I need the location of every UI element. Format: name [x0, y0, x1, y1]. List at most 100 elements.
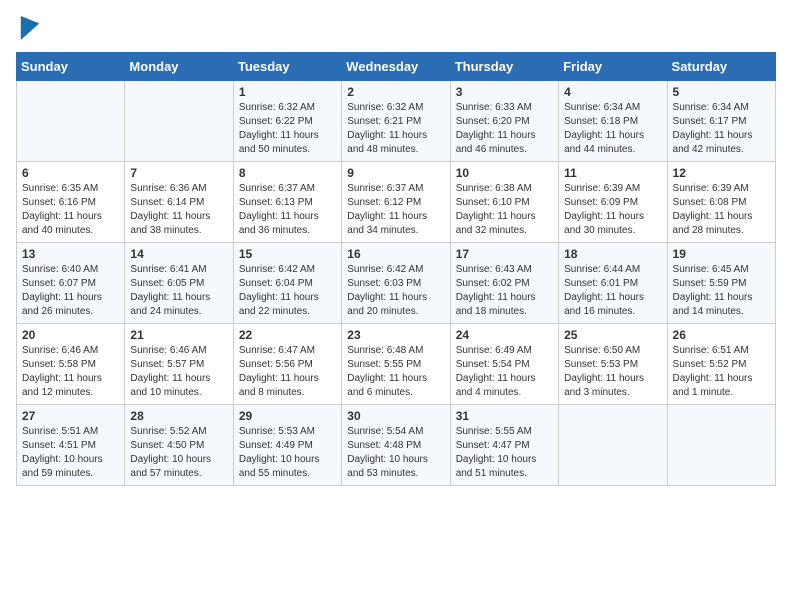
calendar-cell: 20 Sunrise: 6:46 AM Sunset: 5:58 PM Dayli…: [17, 324, 125, 405]
cell-content: Sunrise: 6:46 AM Sunset: 5:57 PM Dayligh…: [130, 344, 227, 400]
cell-content: Sunrise: 6:37 AM Sunset: 6:13 PM Dayligh…: [239, 182, 336, 238]
calendar-cell: [17, 81, 125, 162]
calendar-table: SundayMondayTuesdayWednesdayThursdayFrid…: [16, 52, 776, 486]
calendar-cell: 9Sunrise: 6:37 AM Sunset: 6:12 PM Daylig…: [342, 162, 450, 243]
col-header-saturday: Saturday: [667, 53, 775, 81]
cell-content: Sunrise: 6:40 AM Sunset: 6:07 PM Dayligh…: [22, 263, 119, 319]
cell-content: Sunrise: 6:33 AM Sunset: 6:20 PM Dayligh…: [456, 101, 553, 157]
col-header-wednesday: Wednesday: [342, 53, 450, 81]
day-number: 31: [456, 409, 553, 423]
calendar-cell: 1 Sunrise: 6:32 AM Sunset: 6:22 PM Daylig…: [233, 81, 341, 162]
day-number: 6: [22, 166, 119, 180]
day-number: 23: [347, 328, 444, 342]
day-number: 5: [673, 85, 770, 99]
calendar-cell: 31 Sunrise: 5:55 AM Sunset: 4:47 PM Dayli…: [450, 405, 558, 486]
calendar-cell: 19Sunrise: 6:45 AM Sunset: 5:59 PM Dayli…: [667, 243, 775, 324]
calendar-cell: [667, 405, 775, 486]
week-row-4: 20 Sunrise: 6:46 AM Sunset: 5:58 PM Dayli…: [17, 324, 776, 405]
calendar-cell: 11Sunrise: 6:39 AM Sunset: 6:09 PM Dayli…: [559, 162, 667, 243]
calendar-cell: 24Sunrise: 6:49 AM Sunset: 5:54 PM Dayli…: [450, 324, 558, 405]
calendar-cell: 13 Sunrise: 6:40 AM Sunset: 6:07 PM Dayli…: [17, 243, 125, 324]
calendar-cell: 30 Sunrise: 5:54 AM Sunset: 4:48 PM Dayli…: [342, 405, 450, 486]
day-number: 1: [239, 85, 336, 99]
cell-content: Sunrise: 6:48 AM Sunset: 5:55 PM Dayligh…: [347, 344, 444, 400]
day-number: 30: [347, 409, 444, 423]
calendar-cell: 18 Sunrise: 6:44 AM Sunset: 6:01 PM Dayli…: [559, 243, 667, 324]
cell-content: Sunrise: 6:50 AM Sunset: 5:53 PM Dayligh…: [564, 344, 661, 400]
cell-content: Sunrise: 6:34 AM Sunset: 6:18 PM Dayligh…: [564, 101, 661, 157]
day-number: 7: [130, 166, 227, 180]
cell-content: Sunrise: 6:51 AM Sunset: 5:52 PM Dayligh…: [673, 344, 770, 400]
cell-content: Sunrise: 6:47 AM Sunset: 5:56 PM Dayligh…: [239, 344, 336, 400]
logo-icon: [20, 16, 40, 40]
calendar-cell: 2 Sunrise: 6:32 AM Sunset: 6:21 PM Daylig…: [342, 81, 450, 162]
cell-content: Sunrise: 5:52 AM Sunset: 4:50 PM Dayligh…: [130, 425, 227, 481]
cell-content: Sunrise: 6:41 AM Sunset: 6:05 PM Dayligh…: [130, 263, 227, 319]
calendar-cell: 3 Sunrise: 6:33 AM Sunset: 6:20 PM Daylig…: [450, 81, 558, 162]
week-row-2: 6 Sunrise: 6:35 AM Sunset: 6:16 PM Daylig…: [17, 162, 776, 243]
day-number: 4: [564, 85, 661, 99]
calendar-cell: 7 Sunrise: 6:36 AM Sunset: 6:14 PM Daylig…: [125, 162, 233, 243]
day-number: 18: [564, 247, 661, 261]
col-header-thursday: Thursday: [450, 53, 558, 81]
day-number: 19: [673, 247, 770, 261]
cell-content: Sunrise: 6:32 AM Sunset: 6:21 PM Dayligh…: [347, 101, 444, 157]
cell-content: Sunrise: 6:43 AM Sunset: 6:02 PM Dayligh…: [456, 263, 553, 319]
cell-content: Sunrise: 6:35 AM Sunset: 6:16 PM Dayligh…: [22, 182, 119, 238]
calendar-cell: 21 Sunrise: 6:46 AM Sunset: 5:57 PM Dayli…: [125, 324, 233, 405]
calendar-cell: 8 Sunrise: 6:37 AM Sunset: 6:13 PM Daylig…: [233, 162, 341, 243]
day-number: 2: [347, 85, 444, 99]
calendar-cell: 14Sunrise: 6:41 AM Sunset: 6:05 PM Dayli…: [125, 243, 233, 324]
cell-content: Sunrise: 6:32 AM Sunset: 6:22 PM Dayligh…: [239, 101, 336, 157]
calendar-cell: 6 Sunrise: 6:35 AM Sunset: 6:16 PM Daylig…: [17, 162, 125, 243]
cell-content: Sunrise: 6:44 AM Sunset: 6:01 PM Dayligh…: [564, 263, 661, 319]
day-number: 25: [564, 328, 661, 342]
calendar-cell: 4 Sunrise: 6:34 AM Sunset: 6:18 PM Daylig…: [559, 81, 667, 162]
day-number: 12: [673, 166, 770, 180]
cell-content: Sunrise: 6:46 AM Sunset: 5:58 PM Dayligh…: [22, 344, 119, 400]
day-number: 22: [239, 328, 336, 342]
day-number: 11: [564, 166, 661, 180]
cell-content: Sunrise: 5:51 AM Sunset: 4:51 PM Dayligh…: [22, 425, 119, 481]
cell-content: Sunrise: 6:42 AM Sunset: 6:03 PM Dayligh…: [347, 263, 444, 319]
day-number: 13: [22, 247, 119, 261]
cell-content: Sunrise: 6:36 AM Sunset: 6:14 PM Dayligh…: [130, 182, 227, 238]
calendar-cell: 27 Sunrise: 5:51 AM Sunset: 4:51 PM Dayli…: [17, 405, 125, 486]
cell-content: Sunrise: 6:49 AM Sunset: 5:54 PM Dayligh…: [456, 344, 553, 400]
week-row-3: 13 Sunrise: 6:40 AM Sunset: 6:07 PM Dayli…: [17, 243, 776, 324]
calendar-cell: 17 Sunrise: 6:43 AM Sunset: 6:02 PM Dayli…: [450, 243, 558, 324]
day-number: 26: [673, 328, 770, 342]
day-number: 28: [130, 409, 227, 423]
calendar-cell: 12Sunrise: 6:39 AM Sunset: 6:08 PM Dayli…: [667, 162, 775, 243]
day-number: 21: [130, 328, 227, 342]
calendar-cell: [125, 81, 233, 162]
calendar-cell: [559, 405, 667, 486]
day-number: 17: [456, 247, 553, 261]
calendar-cell: 23 Sunrise: 6:48 AM Sunset: 5:55 PM Dayli…: [342, 324, 450, 405]
calendar-cell: 10Sunrise: 6:38 AM Sunset: 6:10 PM Dayli…: [450, 162, 558, 243]
day-number: 27: [22, 409, 119, 423]
col-header-friday: Friday: [559, 53, 667, 81]
day-number: 3: [456, 85, 553, 99]
cell-content: Sunrise: 5:55 AM Sunset: 4:47 PM Dayligh…: [456, 425, 553, 481]
day-number: 15: [239, 247, 336, 261]
day-number: 20: [22, 328, 119, 342]
calendar-cell: 22 Sunrise: 6:47 AM Sunset: 5:56 PM Dayli…: [233, 324, 341, 405]
week-row-1: 1 Sunrise: 6:32 AM Sunset: 6:22 PM Daylig…: [17, 81, 776, 162]
calendar-cell: 28 Sunrise: 5:52 AM Sunset: 4:50 PM Dayli…: [125, 405, 233, 486]
calendar-header-row: SundayMondayTuesdayWednesdayThursdayFrid…: [17, 53, 776, 81]
page-header: [16, 16, 776, 40]
day-number: 29: [239, 409, 336, 423]
week-row-5: 27 Sunrise: 5:51 AM Sunset: 4:51 PM Dayli…: [17, 405, 776, 486]
calendar-cell: 29Sunrise: 5:53 AM Sunset: 4:49 PM Dayli…: [233, 405, 341, 486]
cell-content: Sunrise: 5:54 AM Sunset: 4:48 PM Dayligh…: [347, 425, 444, 481]
cell-content: Sunrise: 6:38 AM Sunset: 6:10 PM Dayligh…: [456, 182, 553, 238]
day-number: 8: [239, 166, 336, 180]
calendar-cell: 26 Sunrise: 6:51 AM Sunset: 5:52 PM Dayli…: [667, 324, 775, 405]
cell-content: Sunrise: 6:37 AM Sunset: 6:12 PM Dayligh…: [347, 182, 444, 238]
calendar-cell: 16 Sunrise: 6:42 AM Sunset: 6:03 PM Dayli…: [342, 243, 450, 324]
day-number: 16: [347, 247, 444, 261]
col-header-tuesday: Tuesday: [233, 53, 341, 81]
cell-content: Sunrise: 6:34 AM Sunset: 6:17 PM Dayligh…: [673, 101, 770, 157]
col-header-monday: Monday: [125, 53, 233, 81]
